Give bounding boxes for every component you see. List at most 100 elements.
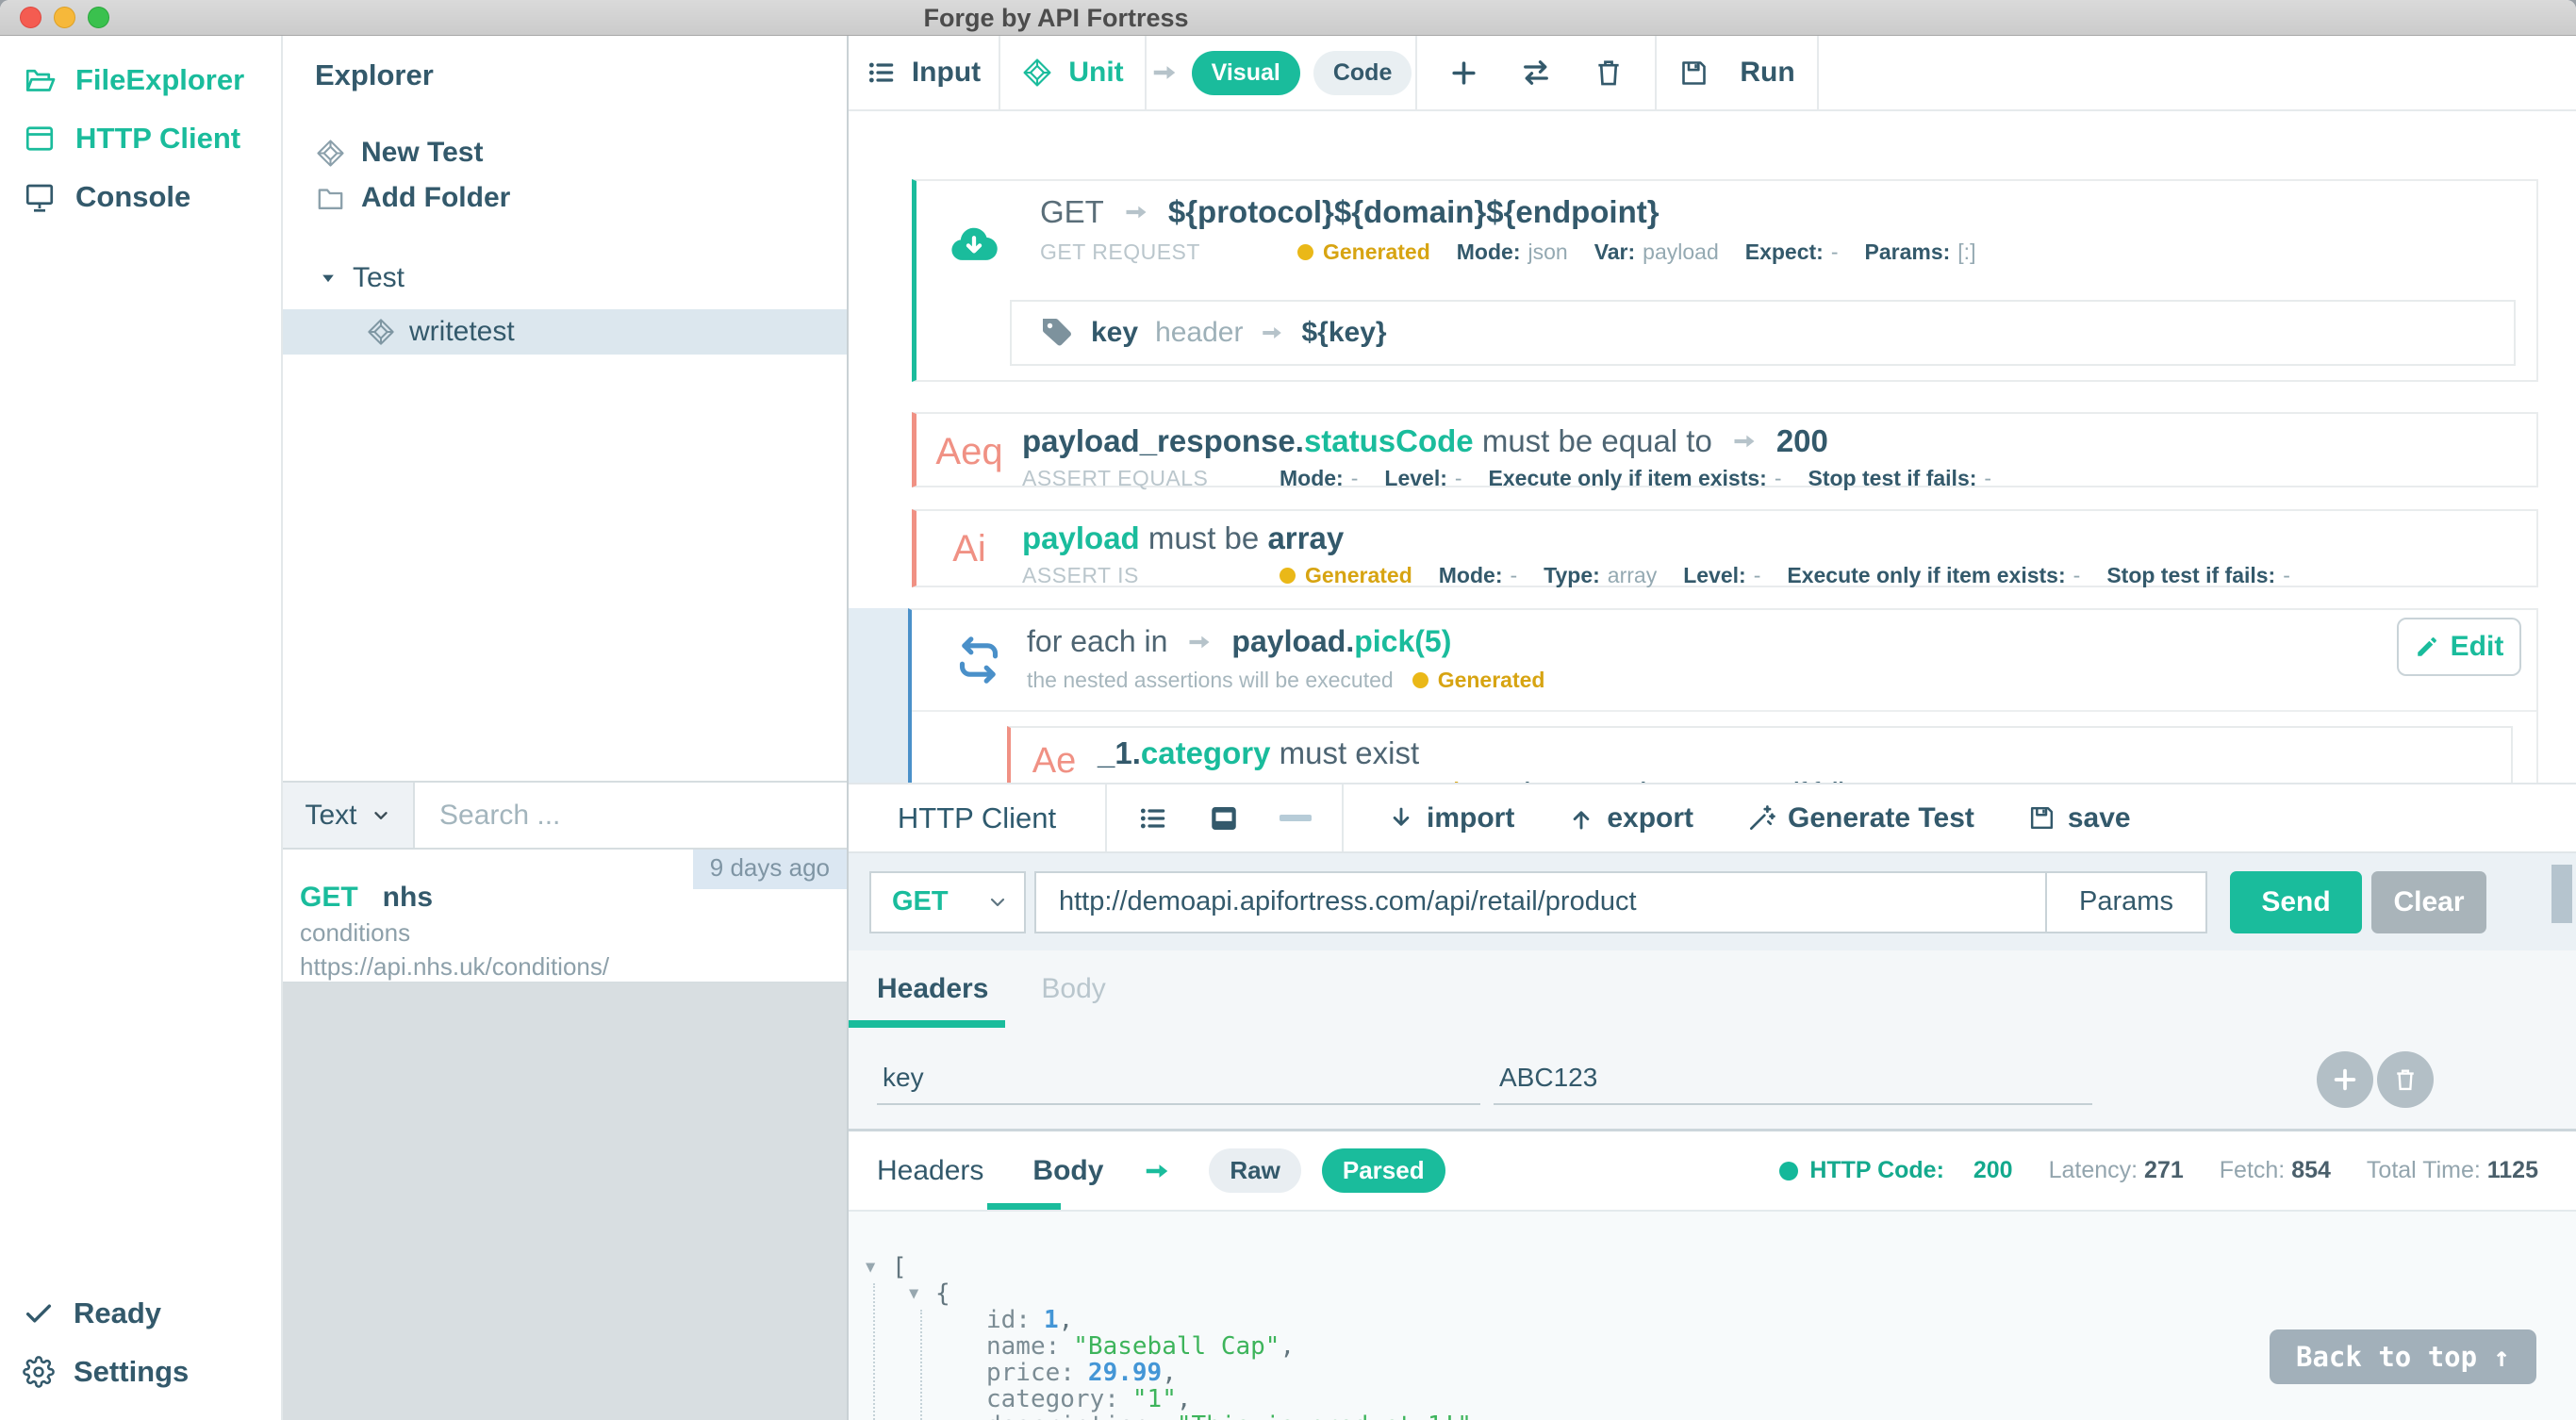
component-kind: ASSERT IS bbox=[1022, 563, 1253, 588]
for-each-block[interactable]: for each in payload.pick(5) the nested a… bbox=[908, 608, 2538, 783]
loop-icon bbox=[952, 634, 1005, 686]
gear-icon bbox=[23, 1356, 55, 1388]
arrow-down-icon bbox=[1387, 804, 1415, 833]
edit-button[interactable]: Edit bbox=[2397, 618, 2521, 676]
assert-is-block[interactable]: Ai payload must be array ASSERT IS Gener… bbox=[912, 509, 2538, 587]
tab-request-headers[interactable]: Headers bbox=[877, 973, 988, 1005]
save-icon[interactable] bbox=[1678, 58, 1709, 89]
history-age-badge: 9 days ago bbox=[693, 850, 847, 889]
send-button[interactable]: Send bbox=[2230, 871, 2362, 933]
tab-response-body[interactable]: Body bbox=[1032, 1155, 1103, 1187]
tab-request-body[interactable]: Body bbox=[1041, 973, 1105, 1005]
generated-badge: Generated bbox=[1327, 778, 1460, 783]
left-nav: FileExplorer HTTP Client Console Ready S… bbox=[0, 36, 283, 1420]
request-url-input[interactable] bbox=[1036, 873, 2045, 932]
raw-toggle[interactable]: Raw bbox=[1209, 1148, 1300, 1193]
json-line[interactable]: ▼[ bbox=[849, 1254, 2576, 1280]
header-value-input[interactable] bbox=[1494, 1052, 2092, 1105]
generated-badge: Generated bbox=[1280, 563, 1412, 588]
toolbar-spacer bbox=[1819, 36, 2576, 109]
history-item[interactable]: 9 days ago GET nhs conditions https://ap… bbox=[283, 850, 847, 983]
input-button[interactable]: Input bbox=[849, 36, 1000, 109]
chevron-down-icon bbox=[371, 805, 391, 826]
arrow-right-icon bbox=[1150, 58, 1179, 87]
folder-open-icon bbox=[23, 63, 57, 97]
assert-tag: Ae bbox=[1011, 741, 1098, 782]
add-component-icon[interactable] bbox=[1448, 58, 1479, 89]
collapse-triangle-icon[interactable]: ▼ bbox=[909, 1280, 935, 1307]
generate-test-button[interactable]: Generate Test bbox=[1746, 802, 1974, 834]
foreach-note: the nested assertions will be executed bbox=[1027, 668, 1394, 693]
meta-var: Var:payload bbox=[1594, 239, 1719, 265]
add-folder-button[interactable]: Add Folder bbox=[315, 175, 847, 221]
clear-button[interactable]: Clear bbox=[2371, 871, 2486, 933]
tree-item-writetest[interactable]: writetest bbox=[283, 309, 847, 355]
panel-view-icon[interactable] bbox=[1208, 802, 1240, 834]
import-button[interactable]: import bbox=[1387, 802, 1514, 834]
back-to-top-button[interactable]: Back to top ↑ bbox=[2270, 1329, 2536, 1384]
trash-icon[interactable] bbox=[1593, 57, 1625, 89]
component-kind: GET REQUEST bbox=[1040, 239, 1271, 265]
trash-icon bbox=[2392, 1066, 2419, 1093]
search-filter-dropdown[interactable]: Text bbox=[283, 783, 415, 848]
code-tab[interactable]: Code bbox=[1313, 51, 1412, 95]
indent-guide bbox=[920, 1310, 922, 1420]
search-input[interactable] bbox=[415, 783, 847, 848]
close-button[interactable] bbox=[20, 7, 41, 28]
params-button[interactable]: Params bbox=[2045, 873, 2205, 932]
arrow-right-icon bbox=[1143, 1157, 1171, 1185]
nav-item-console[interactable]: Console bbox=[0, 168, 281, 226]
request-header-row[interactable]: key header ${key} bbox=[1010, 300, 2516, 366]
unit-button[interactable]: Unit bbox=[1000, 36, 1147, 109]
assert-exists-block[interactable]: Ae _1.category must exist ASSERT EXISTS … bbox=[1007, 726, 2513, 783]
header-key-input[interactable] bbox=[877, 1052, 1480, 1105]
export-button[interactable]: export bbox=[1567, 802, 1693, 834]
save-icon bbox=[2027, 803, 2056, 833]
parsed-toggle[interactable]: Parsed bbox=[1322, 1148, 1445, 1193]
meta-execute-if: Execute only if item exists:- bbox=[1489, 466, 1782, 491]
arrow-right-icon bbox=[1260, 321, 1284, 345]
generate-test-label: Generate Test bbox=[1788, 802, 1974, 834]
get-request-block[interactable]: GET ${protocol}${domain}${endpoint} GET … bbox=[912, 179, 2538, 382]
minimize-panel-icon[interactable] bbox=[1280, 815, 1312, 821]
visual-tab[interactable]: Visual bbox=[1192, 51, 1300, 95]
new-test-button[interactable]: New Test bbox=[315, 130, 847, 175]
tree-folder-test[interactable]: Test bbox=[315, 262, 847, 294]
scrollbar-thumb[interactable] bbox=[2551, 865, 2572, 923]
meta-level: Level:- bbox=[1683, 563, 1760, 588]
assert-equals-block[interactable]: Aeq payload_response.statusCode must be … bbox=[912, 412, 2538, 487]
nav-item-file-explorer[interactable]: FileExplorer bbox=[0, 51, 281, 109]
method-select[interactable]: GET bbox=[869, 871, 1026, 933]
nav-item-settings[interactable]: Settings bbox=[0, 1343, 281, 1401]
assert-rest: must be bbox=[1148, 520, 1259, 555]
minimize-button[interactable] bbox=[54, 7, 75, 28]
zoom-button[interactable] bbox=[88, 7, 109, 28]
nav-item-http-client[interactable]: HTTP Client bbox=[0, 109, 281, 168]
swap-icon[interactable] bbox=[1519, 56, 1553, 90]
meta-stop-on-fail: Stop test if fails:- bbox=[1694, 778, 1878, 783]
explorer-title: Explorer bbox=[315, 58, 847, 92]
save-request-button[interactable]: save bbox=[2027, 802, 2131, 834]
history-description: conditions bbox=[300, 918, 847, 948]
run-button[interactable]: Run bbox=[1740, 57, 1794, 89]
add-header-button[interactable] bbox=[2317, 1051, 2373, 1108]
list-view-icon[interactable] bbox=[1138, 803, 1168, 834]
tab-response-headers[interactable]: Headers bbox=[877, 1155, 983, 1187]
meta-mode: Mode:- bbox=[1280, 466, 1358, 491]
meta-params: Params:[:] bbox=[1865, 239, 1976, 265]
json-line[interactable]: ▼{ bbox=[849, 1280, 2576, 1307]
status-dot bbox=[1779, 1162, 1798, 1181]
history-search-bar: Text bbox=[283, 781, 847, 850]
history-empty-area bbox=[283, 983, 847, 1420]
list-icon bbox=[867, 58, 897, 88]
foreach-expr-fn: pick(5) bbox=[1354, 624, 1451, 658]
export-label: export bbox=[1607, 802, 1693, 834]
response-tabs: Headers Body Raw Parsed HTTP Code: 200 L… bbox=[849, 1131, 2576, 1212]
arrow-up-icon bbox=[1567, 804, 1595, 833]
delete-header-button[interactable] bbox=[2377, 1051, 2434, 1108]
explorer-panel: Explorer New Test Add Folder Test writet… bbox=[283, 36, 849, 1420]
tag-icon bbox=[1040, 316, 1074, 350]
assert-rest: must exist bbox=[1280, 735, 1420, 770]
fetch-metric: Fetch: 854 bbox=[2220, 1157, 2331, 1184]
collapse-triangle-icon[interactable]: ▼ bbox=[866, 1254, 892, 1280]
